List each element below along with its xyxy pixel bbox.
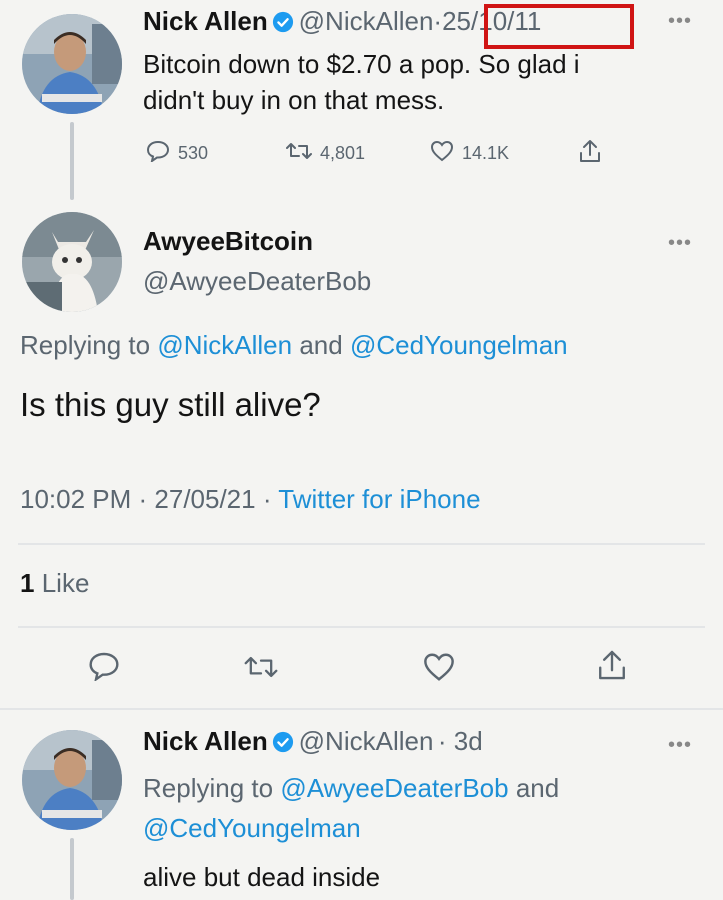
divider-2 — [18, 626, 705, 628]
reply-likes-label: Like — [41, 568, 90, 598]
divider-1 — [18, 543, 705, 545]
tweet3-replying-to: Replying to @AwyeeDeaterBob and @CedYoun… — [143, 768, 683, 848]
tweet3-text: alive but dead inside — [143, 862, 381, 892]
more-options-icon[interactable]: ••• — [668, 10, 692, 33]
reply-icon — [146, 140, 170, 167]
date-highlight-box — [484, 4, 634, 49]
mention-cedyoungelman[interactable]: @CedYoungelman — [350, 330, 568, 360]
like-action[interactable]: 14.1K — [430, 140, 509, 167]
reply-count: 530 — [178, 143, 209, 163]
reply-retweet-button[interactable] — [244, 653, 278, 686]
reply-reply-button[interactable] — [88, 651, 120, 686]
thread-line-bottom — [70, 838, 74, 900]
tweet1-text-line1: Bitcoin down to $2.70 a pop. So glad i — [143, 49, 580, 79]
reply-text: Is this guy still alive? — [20, 386, 321, 423]
reply-time[interactable]: 10:02 PM · 27/05/21 · — [20, 484, 271, 514]
like-count: 14.1K — [462, 143, 510, 163]
verified-badge-icon — [272, 11, 294, 33]
handle-date-separator: · — [433, 6, 443, 36]
tweet1-text: Bitcoin down to $2.70 a pop. So glad i d… — [143, 46, 703, 118]
divider-3 — [0, 708, 723, 710]
reply-author-name[interactable]: AwyeeBitcoin — [143, 226, 313, 257]
share-icon — [578, 138, 602, 169]
heart-icon — [422, 653, 456, 686]
author-handle[interactable]: @NickAllen — [299, 6, 434, 36]
avatar-awyeebitcoin[interactable] — [22, 212, 122, 312]
tweet3-more-options-icon[interactable]: ••• — [668, 734, 692, 757]
reply-timestamp: 10:02 PM · 27/05/21 · Twitter for iPhone — [20, 484, 481, 515]
reply-action[interactable]: 530 — [146, 140, 208, 167]
avatar-nick-allen[interactable] — [22, 14, 122, 114]
reply-replying-to: Replying to @NickAllen and @CedYoungelma… — [20, 330, 568, 361]
reply-more-options-icon[interactable]: ••• — [668, 232, 692, 255]
tweet3-header: Nick Allen @NickAllen · 3d — [143, 726, 483, 757]
retweet-count: 4,801 — [320, 143, 366, 163]
heart-icon — [430, 140, 454, 167]
verified-badge-icon — [272, 731, 294, 753]
tweet3-replying-and: and — [515, 773, 560, 803]
reply-likes-count: 1 — [20, 568, 35, 598]
tweet3-replying-label: Replying to — [143, 773, 274, 803]
reply-author-handle[interactable]: @AwyeeDeaterBob — [143, 266, 371, 297]
retweet-action[interactable]: 4,801 — [286, 140, 365, 167]
tweet3-author-name[interactable]: Nick Allen — [143, 726, 268, 756]
retweet-icon — [286, 140, 312, 167]
author-name[interactable]: Nick Allen — [143, 6, 268, 36]
reply-share-button[interactable] — [596, 648, 628, 687]
mention-nickallen[interactable]: @NickAllen — [157, 330, 292, 360]
share-action[interactable] — [578, 138, 602, 169]
tweet1-text-line2: didn't buy in on that mess. — [143, 85, 445, 115]
mention-awyeedeaterbob[interactable]: @AwyeeDeaterBob — [280, 773, 508, 803]
retweet-icon — [244, 656, 278, 685]
reply-likes-summary[interactable]: 1 Like — [20, 568, 89, 599]
reply-like-button[interactable] — [422, 652, 456, 687]
tweet1-header: Nick Allen @NickAllen·25/10/11 — [143, 6, 541, 37]
mention-cedyoungelman-2[interactable]: @CedYoungelman — [143, 813, 361, 843]
tweet3-age[interactable]: · 3d — [438, 726, 483, 756]
tweet3-author-handle[interactable]: @NickAllen — [299, 726, 434, 756]
avatar-nick-allen-2[interactable] — [22, 730, 122, 830]
replying-and: and — [299, 330, 343, 360]
replying-to-label: Replying to — [20, 330, 151, 360]
reply-client[interactable]: Twitter for iPhone — [278, 484, 480, 514]
share-icon — [596, 650, 628, 686]
reply-icon — [88, 652, 120, 685]
thread-line-top — [70, 122, 74, 200]
